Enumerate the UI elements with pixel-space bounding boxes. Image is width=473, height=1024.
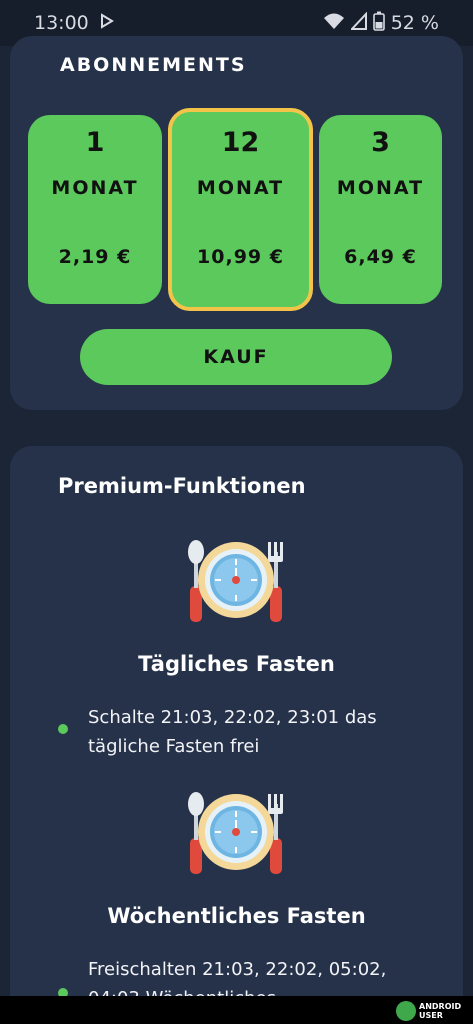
battery-icon <box>372 11 385 36</box>
plan-price: 6,49 € <box>344 246 417 268</box>
status-left: 13:00 <box>34 12 115 34</box>
feature-description-daily-fasting: Schalte 21:03, 22:02, 23:01 das tägliche… <box>88 707 377 757</box>
plan-count: 12 <box>221 127 260 158</box>
plate-clock-icon <box>186 790 286 880</box>
plan-unit: MONAT <box>196 177 285 199</box>
plan-option-3-months[interactable]: 3 MONAT 6,49 € <box>319 115 442 304</box>
plan-option-1-month[interactable]: 1 MONAT 2,19 € <box>28 115 162 304</box>
subscriptions-title: ABONNEMENTS <box>60 54 247 76</box>
signal-icon <box>349 10 367 35</box>
plan-count: 3 <box>371 127 390 158</box>
plan-price: 10,99 € <box>197 246 284 268</box>
play-store-icon <box>99 12 115 34</box>
buy-button[interactable]: KAUF <box>80 329 392 385</box>
wifi-icon <box>323 12 345 35</box>
plan-unit: MONAT <box>51 177 139 199</box>
status-right: 52 % <box>323 10 439 36</box>
watermark-text: ANDROID USER <box>419 1002 461 1020</box>
plan-count: 1 <box>85 127 105 158</box>
feature-title-daily-fasting: Tägliches Fasten <box>138 652 335 676</box>
bullet-dot <box>58 724 68 734</box>
battery-percent: 52 % <box>390 12 439 34</box>
screen: 13:00 52 % ABONNEMENTS 1 MONAT 2,19 € 12… <box>0 0 473 1024</box>
status-time: 13:00 <box>34 12 89 34</box>
plan-unit: MONAT <box>336 177 425 199</box>
feature-title-weekly-fasting: Wöchentliches Fasten <box>107 904 366 928</box>
android-logo-icon <box>396 1001 416 1021</box>
watermark-line-1: ANDROID <box>419 1002 462 1011</box>
plan-option-12-months[interactable]: 12 MONAT 10,99 € <box>168 108 313 311</box>
watermark-line-2: USER <box>419 1011 443 1020</box>
premium-title: Premium-Funktionen <box>58 474 306 498</box>
plate-clock-icon <box>186 538 286 628</box>
watermark: ANDROID USER <box>396 1000 469 1022</box>
plan-price: 2,19 € <box>58 246 132 268</box>
